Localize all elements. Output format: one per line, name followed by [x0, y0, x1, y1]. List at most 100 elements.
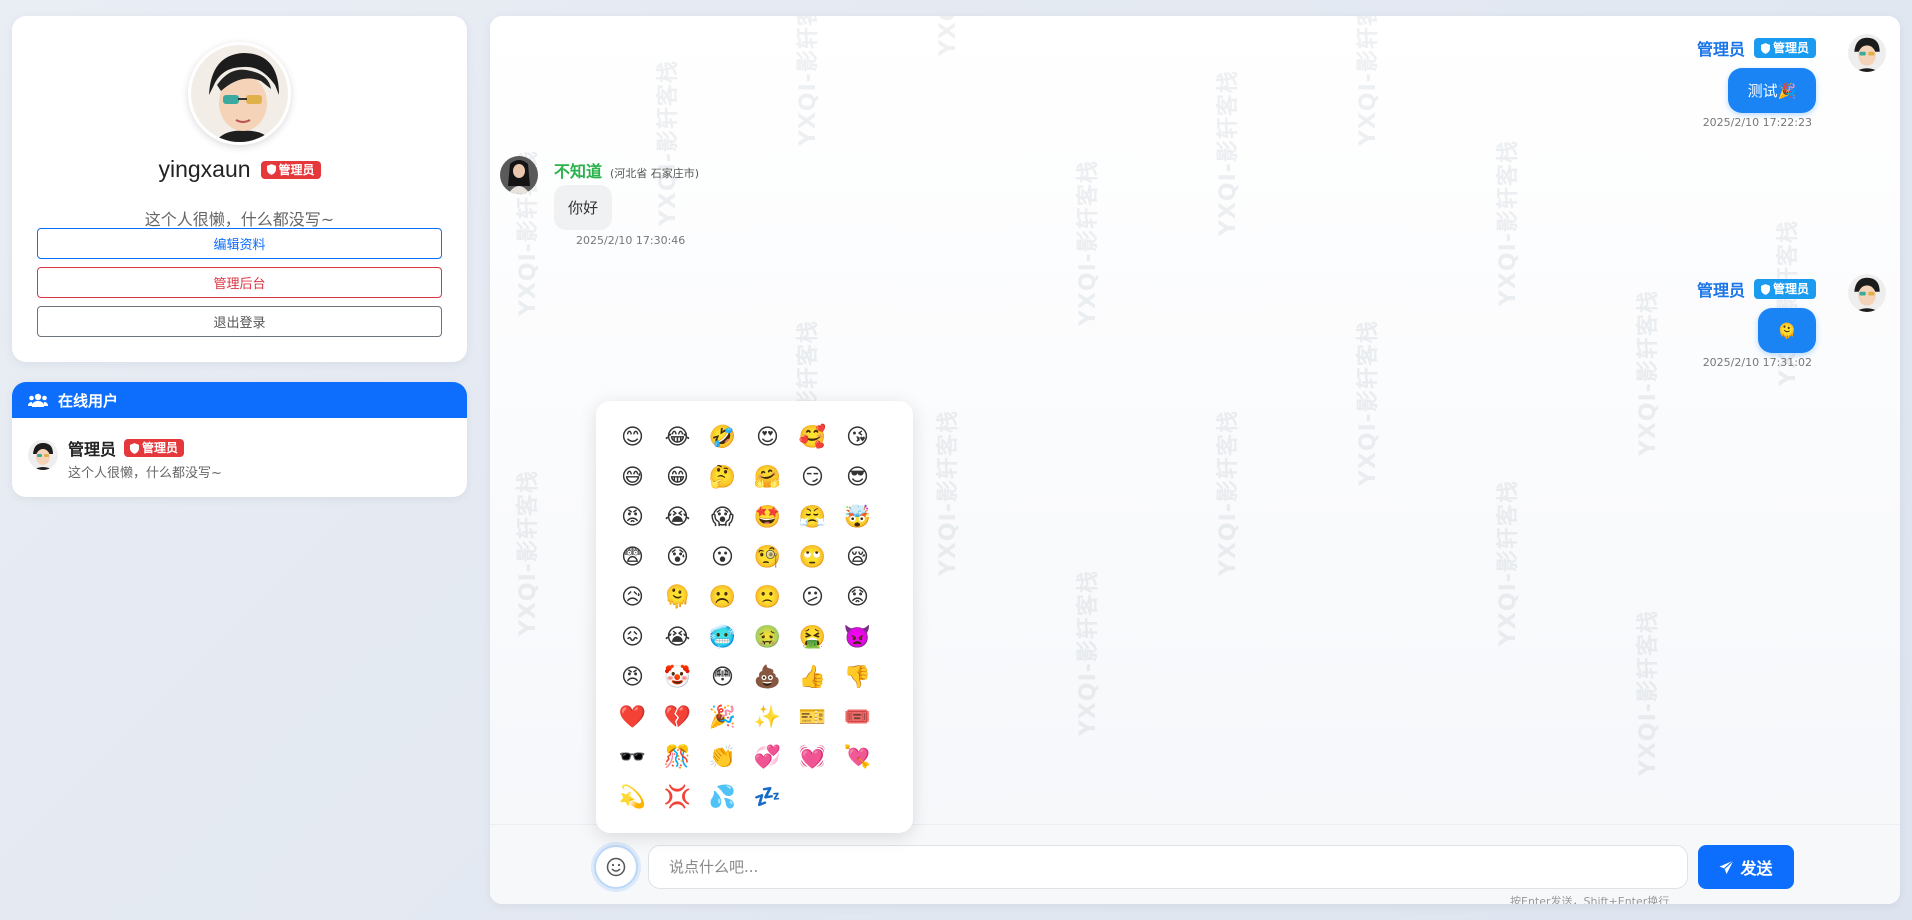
emoji-option[interactable]: 💞 — [745, 737, 790, 777]
message-location: (河北省 石家庄市) — [610, 167, 700, 180]
emoji-option[interactable]: 😤 — [790, 497, 835, 537]
emoji-option[interactable]: 😥 — [610, 577, 655, 617]
role-badge-label: 管理员 — [278, 162, 315, 177]
emoji-option[interactable]: 💫 — [610, 777, 655, 817]
role-badge: 管理员 — [124, 439, 185, 457]
emoji-option[interactable]: 🙄 — [790, 537, 835, 577]
emoji-option[interactable]: ✨ — [745, 697, 790, 737]
emoji-option[interactable]: 👎 — [835, 657, 880, 697]
emoji-option[interactable]: 😅 — [610, 457, 655, 497]
admin-panel-button[interactable]: 管理后台 — [37, 267, 442, 298]
emoji-option[interactable]: 😨 — [610, 537, 655, 577]
emoji-option[interactable]: 😮 — [700, 537, 745, 577]
emoji-option[interactable]: 👍 — [790, 657, 835, 697]
online-users-card: 在线用户 管理员 管理员 这个人很懒，什么都没写~ — [12, 382, 467, 497]
emoji-option[interactable]: 👏 — [700, 737, 745, 777]
shield-icon — [1760, 283, 1770, 295]
emoji-option[interactable]: 😱 — [700, 497, 745, 537]
message-sender[interactable]: 管理员 — [1697, 277, 1745, 301]
profile-name-row: yingxaun 管理员 — [12, 156, 467, 183]
avatar[interactable] — [1848, 34, 1886, 72]
watermark: YXQI-影轩客栈 — [1076, 570, 1101, 736]
message-time: 2025/2/10 17:22:23 — [1702, 116, 1812, 129]
emoji-option[interactable]: 🙁 — [745, 577, 790, 617]
emoji-option[interactable]: 😡 — [610, 497, 655, 537]
emoji-option[interactable]: 💓 — [790, 737, 835, 777]
emoji-option[interactable]: 😍 — [745, 417, 790, 457]
emoji-option[interactable]: 🤡 — [655, 657, 700, 697]
emoji-option[interactable]: 😖 — [610, 617, 655, 657]
avatar — [28, 440, 58, 470]
emoji-option[interactable]: 🤩 — [745, 497, 790, 537]
message-bubble[interactable]: 你好 — [554, 185, 612, 230]
edit-profile-button[interactable]: 编辑资料 — [37, 228, 442, 259]
watermark: YXQI-影轩客栈 — [1216, 70, 1241, 236]
emoji-option[interactable]: 🧐 — [745, 537, 790, 577]
emoji-option[interactable]: 😭 — [655, 497, 700, 537]
watermark: YXQI-影轩客栈 — [516, 470, 541, 636]
emoji-option[interactable]: 😰 — [655, 537, 700, 577]
emoji-option[interactable]: 😟 — [835, 577, 880, 617]
shield-icon — [266, 164, 276, 175]
profile-avatar[interactable] — [188, 42, 291, 145]
watermark: YXQI-影轩客栈 — [796, 16, 821, 146]
emoji-option[interactable]: 💢 — [655, 777, 700, 817]
emoji-option[interactable]: 🎊 — [655, 737, 700, 777]
message-sender[interactable]: 不知道 — [554, 158, 602, 182]
emoji-toggle-button[interactable] — [594, 845, 638, 889]
emoji-option[interactable]: 🤣 — [700, 417, 745, 457]
profile-card: yingxaun 管理员 这个人很懒，什么都没写~ 编辑资料 管理后台 退出登录 — [12, 16, 467, 362]
emoji-option[interactable]: 🤢 — [745, 617, 790, 657]
emoji-option[interactable]: 🥰 — [790, 417, 835, 457]
emoji-option[interactable]: 😂 — [655, 417, 700, 457]
emoji-option[interactable]: 💤 — [745, 777, 790, 817]
role-badge-label: 管理员 — [142, 441, 179, 455]
watermark: YXQI-影轩客栈 — [1636, 610, 1661, 776]
message-time: 2025/2/10 17:30:46 — [576, 234, 686, 247]
emoji-option[interactable]: 🎟️ — [835, 697, 880, 737]
emoji-option[interactable]: 😏 — [790, 457, 835, 497]
message-input[interactable] — [648, 845, 1688, 889]
emoji-option[interactable]: 💔 — [655, 697, 700, 737]
emoji-option[interactable]: 😕 — [790, 577, 835, 617]
role-badge: 管理员 — [1753, 38, 1816, 58]
emoji-option[interactable]: 😎 — [835, 457, 880, 497]
emoji-option[interactable]: 👿 — [835, 617, 880, 657]
emoji-option[interactable]: 💩 — [745, 657, 790, 697]
emoji-option[interactable]: 🥶 — [700, 617, 745, 657]
send-button[interactable]: 发送 — [1698, 845, 1794, 889]
emoji-option[interactable]: ❤️ — [610, 697, 655, 737]
role-badge: 管理员 — [1753, 279, 1816, 299]
emoji-option[interactable]: 🎫 — [790, 697, 835, 737]
role-badge-label: 管理员 — [1772, 282, 1809, 296]
emoji-option[interactable]: 🤮 — [790, 617, 835, 657]
emoji-option[interactable]: 😠 — [610, 657, 655, 697]
logout-button[interactable]: 退出登录 — [37, 306, 442, 337]
emoji-option[interactable]: 💦 — [700, 777, 745, 817]
online-users-title: 在线用户 — [58, 391, 119, 410]
message-bubble[interactable]: 测试🎉 — [1728, 68, 1816, 113]
emoji-option[interactable]: 🤗 — [745, 457, 790, 497]
emoji-option[interactable]: 😁 — [655, 457, 700, 497]
avatar[interactable] — [500, 156, 538, 194]
emoji-option[interactable]: ☹️ — [700, 577, 745, 617]
emoji-option[interactable]: 🫠 — [655, 577, 700, 617]
watermark: YXQI-影轩客栈 — [1076, 160, 1101, 326]
emoji-option[interactable]: 🕶️ — [610, 737, 655, 777]
emoji-option[interactable]: 💘 — [835, 737, 880, 777]
message-header: 管理员 管理员 — [1697, 277, 1816, 301]
emoji-option[interactable]: 😳 — [700, 657, 745, 697]
online-user-item[interactable]: 管理员 管理员 这个人很懒，什么都没写~ — [28, 434, 451, 484]
emoji-option[interactable]: 😭 — [655, 617, 700, 657]
emoji-option[interactable]: 😪 — [835, 537, 880, 577]
emoji-option[interactable]: 🤯 — [835, 497, 880, 537]
avatar[interactable] — [1848, 274, 1886, 312]
message-bubble[interactable]: 🫠 — [1758, 308, 1816, 353]
message-sender[interactable]: 管理员 — [1697, 36, 1745, 60]
emoji-option[interactable]: 🎉 — [700, 697, 745, 737]
watermark: YXQI-影轩客栈 — [1636, 290, 1661, 456]
emoji-option[interactable]: 😘 — [835, 417, 880, 457]
emoji-option[interactable]: 😊 — [610, 417, 655, 457]
emoji-picker: 😊 😂 🤣 😍 🥰 😘 😅 😁 🤔 🤗 😏 😎 😡 😭 😱 🤩 😤 🤯 😨 😰 😮 🧐 🙄 😪 😥 🫠 ☹️ 🙁 😕 😟 😖 😭 🥶 🤢 🤮 👿 😠 🤡 😳… — [596, 401, 913, 833]
emoji-option[interactable]: 🤔 — [700, 457, 745, 497]
